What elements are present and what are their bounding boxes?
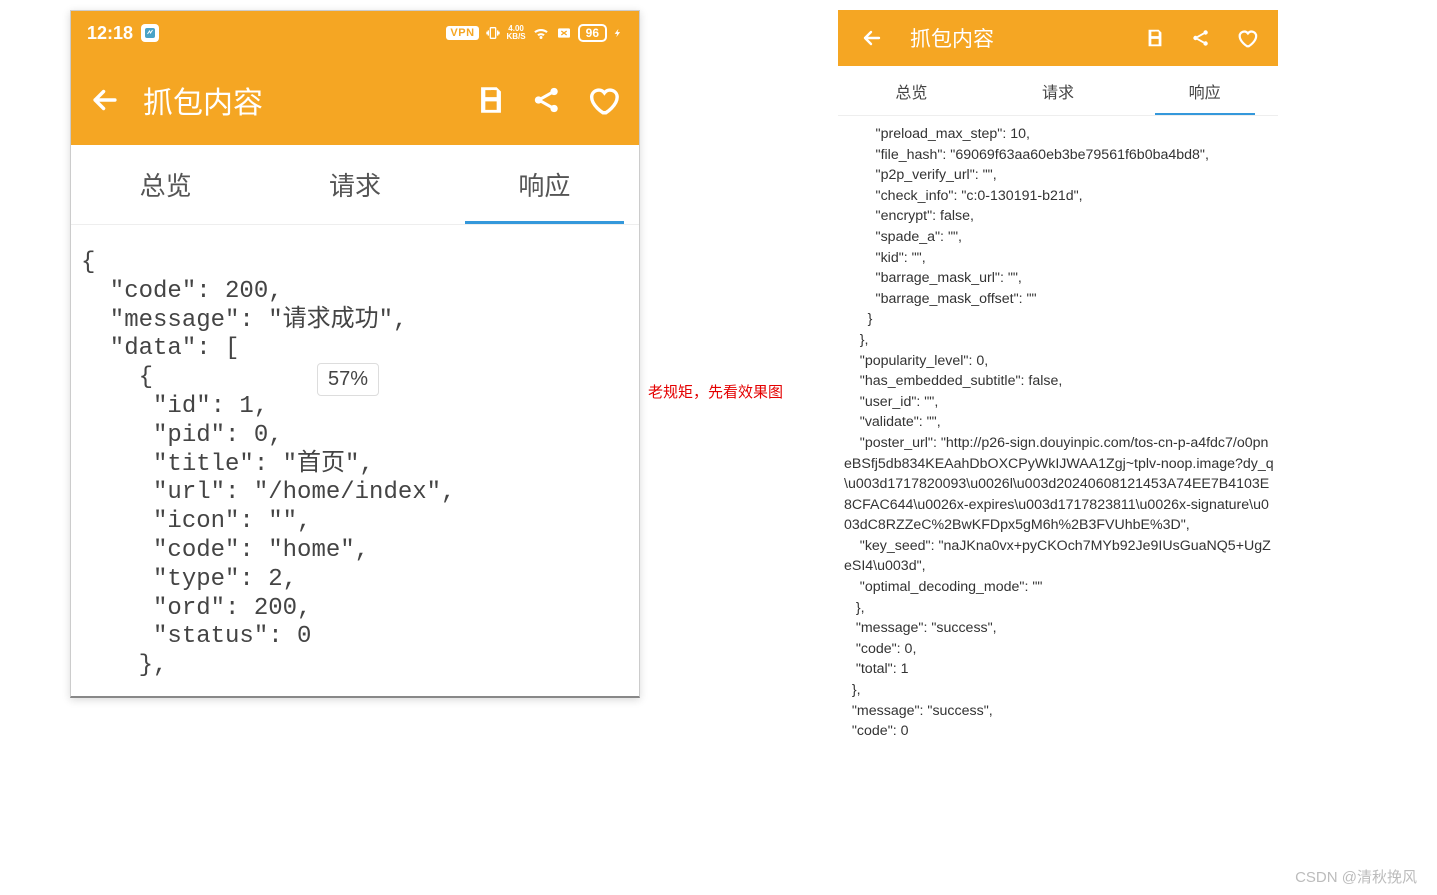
percent-badge: 57% [317, 363, 379, 396]
response-body-right[interactable]: "preload_max_step": 10, "file_hash": "69… [838, 116, 1278, 852]
battery-badge: 96 [578, 24, 607, 42]
status-left: 12:18 [87, 23, 159, 44]
share-button[interactable] [527, 80, 567, 120]
share-button[interactable] [1186, 23, 1216, 53]
status-bar: 12:18 VPN 4.00 KB/S 96 [71, 11, 639, 55]
app-icon [141, 24, 159, 42]
save-button[interactable] [471, 80, 511, 120]
tab-request[interactable]: 请求 [260, 145, 449, 224]
caption-text: 老规矩，先看效果图 [648, 381, 783, 402]
net-speed-unit: KB/S [507, 33, 526, 41]
phone-right: 抓包内容 总览 请求 响应 "preload_max_step": 10, "f… [838, 10, 1278, 852]
tab-overview[interactable]: 总览 [838, 66, 985, 115]
back-button[interactable] [854, 20, 890, 56]
tab-overview[interactable]: 总览 [71, 145, 260, 224]
save-button[interactable] [1140, 23, 1170, 53]
back-button[interactable] [87, 82, 123, 118]
status-time: 12:18 [87, 23, 133, 44]
tabs-right: 总览 请求 响应 [838, 66, 1278, 116]
app-header: 抓包内容 [71, 55, 639, 145]
wifi-icon [532, 24, 550, 42]
tab-response[interactable]: 响应 [450, 145, 639, 224]
tab-request[interactable]: 请求 [985, 66, 1132, 115]
tabs: 总览 请求 响应 [71, 145, 639, 225]
vpn-badge: VPN [446, 26, 478, 40]
app-header-right: 抓包内容 [838, 10, 1278, 66]
bolt-icon [613, 25, 623, 41]
net-speed: 4.00 KB/S [507, 25, 526, 41]
phone-left: 12:18 VPN 4.00 KB/S 96 [70, 10, 640, 698]
favorite-button[interactable] [1232, 23, 1262, 53]
vibrate-icon [485, 25, 501, 41]
tab-response[interactable]: 响应 [1131, 66, 1278, 115]
response-body-left[interactable]: { "code": 200, "message": "请求成功", "data"… [71, 225, 639, 696]
page-title: 抓包内容 [910, 23, 994, 53]
watermark: CSDN @清秋挽风 [1295, 866, 1417, 887]
status-right: VPN 4.00 KB/S 96 [446, 24, 623, 42]
close-badge-icon [556, 25, 572, 41]
favorite-button[interactable] [583, 80, 623, 120]
page-title: 抓包内容 [143, 78, 263, 122]
